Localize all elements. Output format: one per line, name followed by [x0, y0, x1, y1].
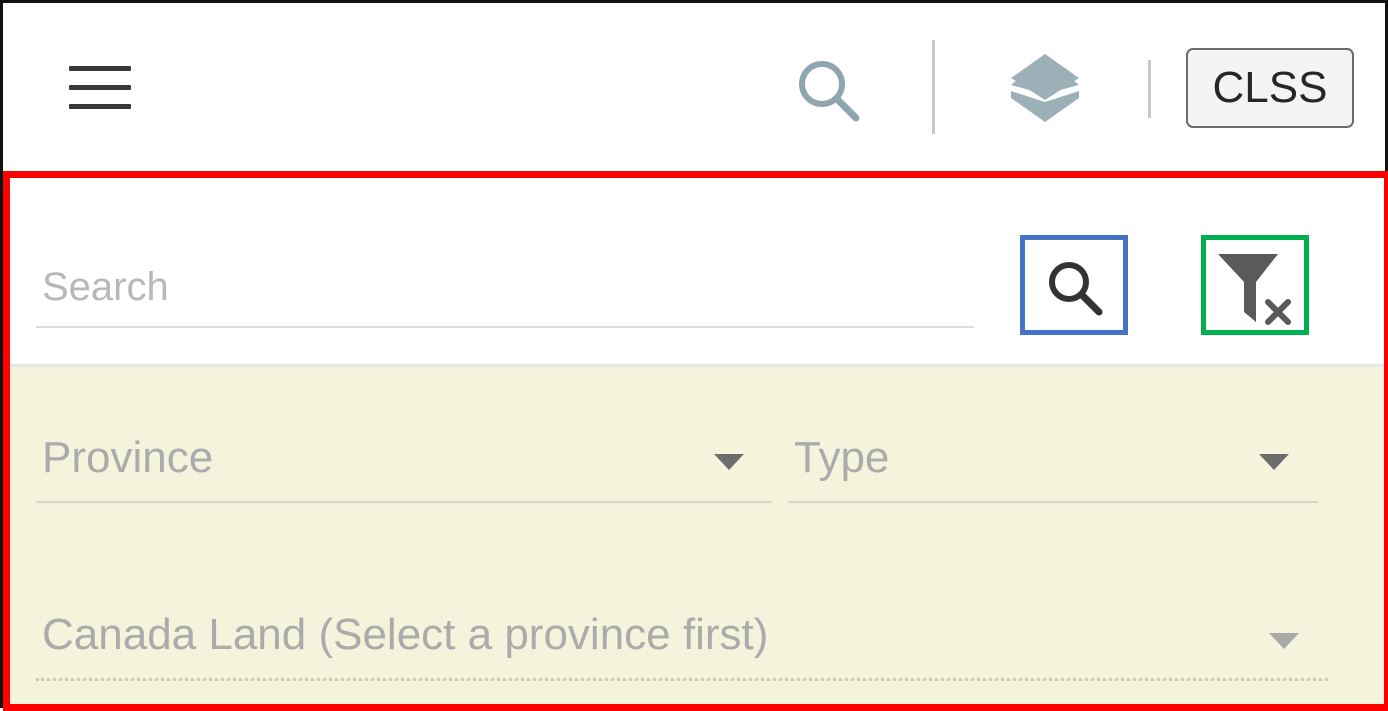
search-input[interactable]	[36, 248, 974, 328]
chevron-down-icon	[1259, 454, 1289, 470]
search-row	[10, 178, 1384, 367]
filters-area: Province Type Canada Land (Select a prov…	[10, 367, 1384, 704]
province-label: Province	[42, 433, 214, 482]
province-select[interactable]: Province	[36, 417, 772, 503]
canada-land-select: Canada Land (Select a province first)	[36, 597, 1328, 681]
hamburger-bar	[69, 85, 131, 90]
search-filter-panel: Province Type Canada Land (Select a prov…	[3, 171, 1388, 711]
clear-filter-button[interactable]	[1201, 235, 1309, 335]
chevron-down-icon	[1269, 633, 1299, 649]
search-icon	[1049, 262, 1103, 316]
select-underline	[36, 678, 1328, 681]
select-underline	[36, 501, 772, 503]
chevron-down-icon	[714, 454, 744, 470]
layers-icon[interactable]	[1006, 50, 1084, 126]
search-icon[interactable]	[792, 56, 868, 124]
hamburger-menu-icon[interactable]	[64, 64, 132, 112]
app-frame: CLSS Province	[0, 0, 1388, 711]
type-label: Type	[794, 433, 890, 482]
hamburger-bar	[69, 104, 131, 109]
top-toolbar: CLSS	[6, 6, 1388, 171]
type-select[interactable]: Type	[788, 417, 1318, 503]
select-underline	[788, 501, 1318, 503]
toolbar-divider	[1148, 60, 1151, 118]
clss-button[interactable]: CLSS	[1186, 48, 1354, 128]
hamburger-bar	[69, 66, 131, 71]
search-button[interactable]	[1020, 235, 1128, 335]
canada-land-label: Canada Land (Select a province first)	[42, 610, 769, 659]
toolbar-divider	[932, 40, 935, 134]
clear-filter-icon	[1218, 254, 1291, 325]
